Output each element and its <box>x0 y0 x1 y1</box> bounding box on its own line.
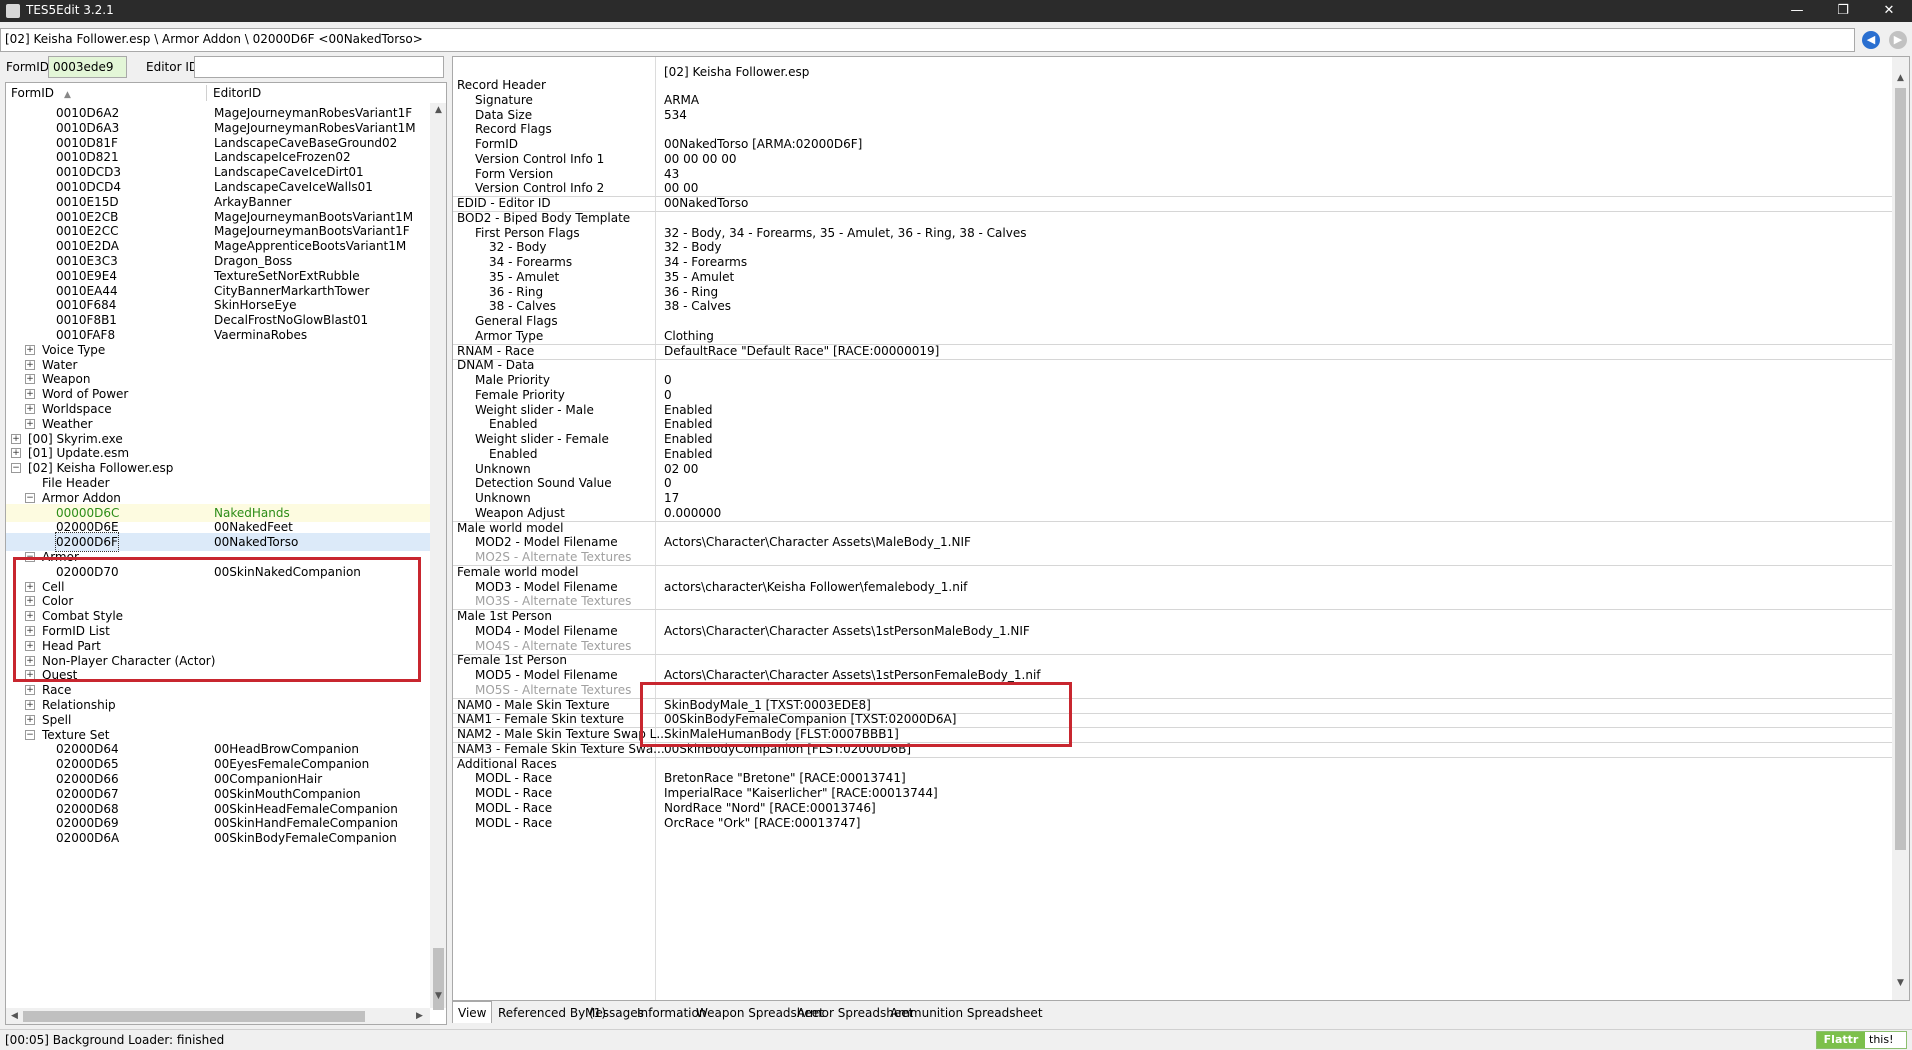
record-field-label: MODL - Race <box>475 815 553 830</box>
collapse-minus-icon[interactable]: − <box>25 492 35 503</box>
record-scroll-thumb[interactable] <box>1895 88 1906 850</box>
tree-row-editorid: 00SkinBodyFemaleCompanion <box>214 831 397 846</box>
app-icon <box>6 4 20 18</box>
expand-plus-icon[interactable]: + <box>25 374 35 385</box>
tab-view[interactable]: View <box>452 1001 493 1023</box>
expand-plus-icon[interactable]: + <box>25 581 35 592</box>
title-bar: TES5Edit 3.2.1 — ❐ ✕ <box>0 0 1912 22</box>
record-field-row[interactable]: MODL - Race OrcRace "Ork" [RACE:00013747] <box>453 814 1893 832</box>
forward-arrow-icon[interactable]: ▶ <box>1889 31 1907 49</box>
window-title: TES5Edit 3.2.1 <box>26 3 114 17</box>
column-header-formid-label: FormID <box>11 86 55 100</box>
tree-horizontal-scrollbar[interactable]: ◀ ▶ <box>6 1008 430 1024</box>
formid-input[interactable] <box>48 56 127 78</box>
collapse-minus-icon[interactable]: − <box>25 729 35 740</box>
view-tabs: View Referenced By (1) Messages Information… <box>452 1001 1910 1023</box>
expand-plus-icon[interactable]: + <box>25 626 35 636</box>
expand-plus-icon[interactable]: + <box>25 640 35 651</box>
sort-up-icon: ▲ <box>64 90 71 100</box>
expand-plus-icon[interactable]: + <box>25 700 35 710</box>
record-field-value: OrcRace "Ork" [RACE:00013747] <box>664 815 861 830</box>
close-button[interactable]: ✕ <box>1866 0 1912 22</box>
column-separator[interactable] <box>206 85 207 101</box>
column-header-editorid[interactable]: EditorID <box>213 83 261 103</box>
collapse-minus-icon[interactable]: − <box>11 463 21 474</box>
tree-vertical-scrollbar[interactable]: ▲ ▼ <box>430 103 446 1010</box>
expand-plus-icon[interactable]: + <box>25 685 35 696</box>
status-text: [00:05] Background Loader: finished <box>5 1033 225 1047</box>
minimize-button[interactable]: — <box>1774 0 1820 22</box>
expand-plus-icon[interactable]: + <box>25 596 35 607</box>
scroll-right-arrow-icon[interactable]: ▶ <box>411 1011 428 1021</box>
expand-plus-icon[interactable]: + <box>25 611 35 622</box>
record-scroll-up-arrow-icon[interactable]: ▲ <box>1892 73 1909 83</box>
expand-plus-icon[interactable]: + <box>11 433 21 444</box>
flattr-this-label: this! <box>1869 1033 1894 1046</box>
record-tree[interactable]: FormID ▲ EditorID 0010D6A2 MageJourneymanR… <box>5 82 447 1025</box>
expand-plus-icon[interactable]: + <box>25 404 35 414</box>
expand-plus-icon[interactable]: + <box>25 389 35 400</box>
record-scroll-down-arrow-icon[interactable]: ▼ <box>1892 978 1909 988</box>
tree-hscroll-thumb[interactable] <box>23 1011 365 1022</box>
record-vertical-scrollbar[interactable]: ▲ ▼ <box>1892 57 1909 1000</box>
expand-plus-icon[interactable]: + <box>25 670 35 681</box>
maximize-button[interactable]: ❐ <box>1820 0 1866 22</box>
back-arrow-icon[interactable]: ◀ <box>1862 31 1880 49</box>
expand-plus-icon[interactable]: + <box>25 418 35 429</box>
collapse-minus-icon[interactable]: − <box>25 552 35 562</box>
column-header-formid[interactable]: FormID ▲ <box>11 83 71 103</box>
record-view[interactable]: [02] Keisha Follower.esp Record Header Si… <box>452 56 1910 1001</box>
expand-plus-icon[interactable]: + <box>25 714 35 725</box>
expand-plus-icon[interactable]: + <box>25 359 35 370</box>
record-path-bar[interactable]: [02] Keisha Follower.esp \ Armor Addon \… <box>0 28 1855 52</box>
tree-row[interactable]: 02000D6A 00SkinBodyFemaleCompanion <box>6 829 431 847</box>
status-bar: [00:05] Background Loader: finished <box>0 1029 1912 1050</box>
scroll-down-arrow-icon[interactable]: ▼ <box>430 991 446 1001</box>
editorid-input[interactable] <box>194 56 444 78</box>
expand-plus-icon[interactable]: + <box>25 344 35 355</box>
expand-plus-icon[interactable]: + <box>11 448 21 459</box>
tree-row-formid: 02000D6A <box>56 831 120 846</box>
editorid-label: Editor ID <box>146 60 199 74</box>
scroll-up-arrow-icon[interactable]: ▲ <box>430 105 446 115</box>
formid-label: FormID <box>6 60 50 74</box>
tab-ammunition-spreadsheet[interactable]: Ammunition Spreadsheet <box>884 1003 1049 1023</box>
scroll-left-arrow-icon[interactable]: ◀ <box>6 1011 23 1021</box>
flattr-button[interactable]: Flattr this! <box>1816 1031 1907 1049</box>
expand-plus-icon[interactable]: + <box>25 655 35 666</box>
flattr-label: Flattr <box>1817 1032 1865 1048</box>
